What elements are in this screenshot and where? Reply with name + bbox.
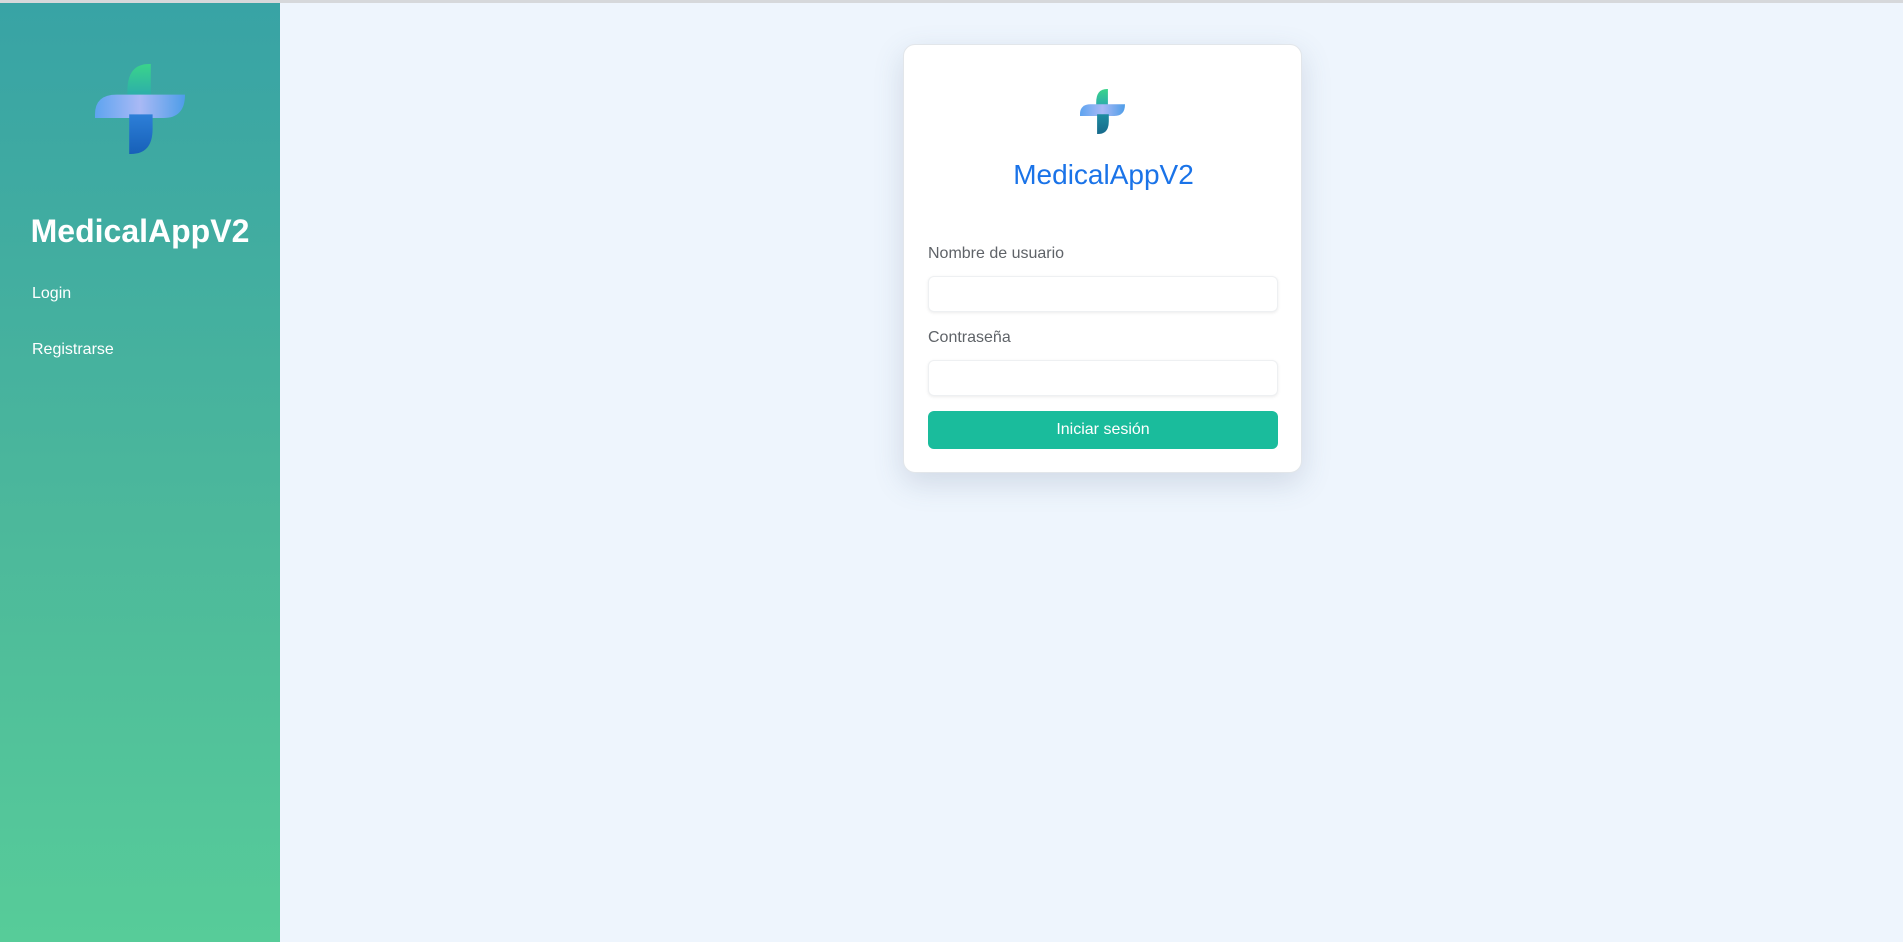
password-label: Contraseña	[928, 329, 1011, 346]
username-label: Nombre de usuario	[928, 245, 1065, 262]
sidebar-item-register[interactable]: Registrarse	[32, 341, 114, 359]
medical-cross-icon	[95, 64, 185, 154]
sidebar-brand: MedicalAppV2	[30, 213, 250, 249]
medical-cross-icon	[1080, 89, 1125, 134]
sidebar-item-login[interactable]: Login	[32, 285, 71, 303]
login-title: MedicalAppV2	[1013, 159, 1194, 190]
login-submit-button[interactable]: Iniciar sesión	[928, 411, 1278, 449]
sidebar: MedicalAppV2 Login Registrarse	[0, 3, 280, 942]
login-card: MedicalAppV2 Nombre de usuario Contraseñ…	[903, 44, 1302, 473]
password-input[interactable]	[928, 360, 1278, 396]
top-border	[0, 0, 1903, 3]
username-input[interactable]	[928, 276, 1278, 312]
